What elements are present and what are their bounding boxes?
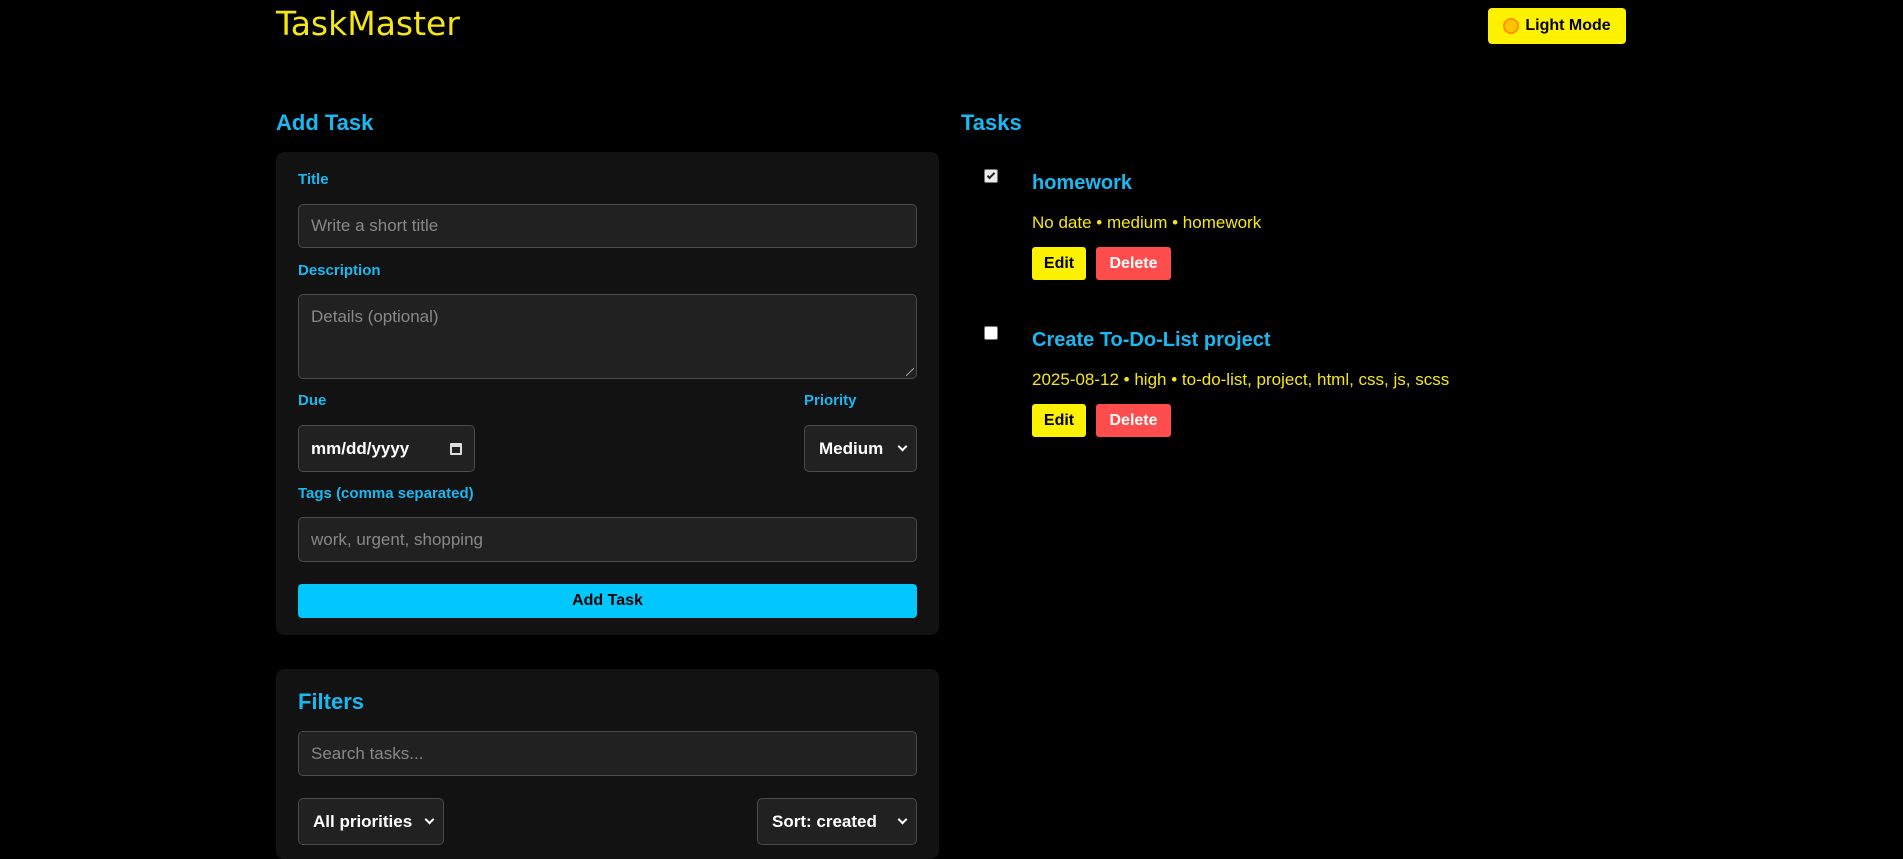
chevron-down-icon (424, 814, 435, 825)
delete-button[interactable]: Delete (1096, 404, 1171, 437)
search-placeholder: Search tasks... (311, 743, 424, 763)
chevron-down-icon (897, 441, 908, 452)
description-label: Description (298, 262, 381, 279)
edit-button[interactable]: Edit (1032, 404, 1086, 437)
theme-toggle-button[interactable]: Light Mode (1488, 8, 1626, 44)
chevron-down-icon (897, 814, 908, 825)
sort-value: Sort: created (772, 811, 877, 831)
calendar-icon[interactable] (450, 442, 462, 455)
due-date-input[interactable]: mm/dd/yyyy (298, 425, 475, 472)
task-complete-checkbox[interactable] (984, 169, 998, 183)
description-placeholder: Details (optional) (311, 307, 439, 326)
tags-placeholder: work, urgent, shopping (311, 529, 483, 549)
priority-select[interactable]: Medium (804, 425, 917, 472)
task-meta: 2025-08-12 • high • to-do-list, project,… (1032, 370, 1450, 389)
add-task-panel: Title Write a short title Description De… (276, 152, 939, 635)
checkmark-icon (986, 170, 996, 180)
filters-heading: Filters (298, 689, 365, 714)
priority-filter-select[interactable]: All priorities (298, 798, 444, 845)
tags-label: Tags (comma separated) (298, 485, 474, 502)
description-textarea[interactable]: Details (optional) (298, 294, 917, 379)
due-label: Due (298, 392, 327, 409)
app-title: TaskMaster (276, 4, 460, 43)
tasks-heading: Tasks (961, 110, 1022, 135)
task-title: homework (1032, 172, 1133, 194)
due-date-placeholder: mm/dd/yyyy (311, 438, 410, 458)
title-label: Title (298, 171, 329, 188)
add-task-heading: Add Task (276, 110, 374, 135)
priority-selected-value: Medium (819, 438, 884, 458)
edit-button[interactable]: Edit (1032, 247, 1086, 280)
title-placeholder: Write a short title (311, 216, 439, 235)
priority-filter-value: All priorities (313, 811, 413, 831)
task-meta: No date • medium • homework (1032, 213, 1262, 232)
task-complete-checkbox[interactable] (984, 326, 998, 340)
title-input[interactable]: Write a short title (298, 204, 917, 248)
task-title: Create To-Do-List project (1032, 329, 1271, 351)
priority-label: Priority (804, 392, 857, 409)
sort-select[interactable]: Sort: created (757, 798, 917, 845)
theme-toggle-label: Light Mode (1525, 17, 1611, 34)
add-task-button[interactable]: Add Task (298, 584, 917, 618)
search-input[interactable]: Search tasks... (298, 731, 917, 776)
sun-icon (1503, 18, 1520, 34)
filters-panel: Filters Search tasks... All priorities S… (276, 669, 939, 859)
delete-button[interactable]: Delete (1096, 247, 1171, 280)
resize-grip-icon[interactable] (906, 368, 914, 376)
tags-input[interactable]: work, urgent, shopping (298, 517, 917, 562)
